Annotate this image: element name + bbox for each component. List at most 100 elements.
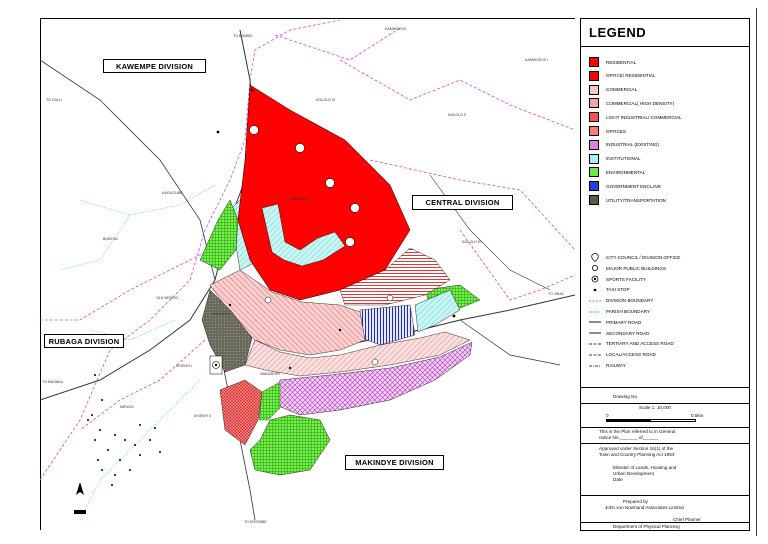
legend-swatch [589, 181, 599, 192]
frame-right-border [756, 8, 757, 536]
legend-symbol-label: DIVISION BOUNDARY [606, 298, 654, 304]
place-label-to-gulu: TO GULU [46, 98, 62, 102]
sports-facility-icon [209, 355, 223, 375]
place-label-kisenyi-2: KISENYI II [194, 414, 212, 418]
legend-item-label: LIGHT INDUSTRIAL/ COMMERCIAL [606, 114, 682, 120]
legend-symbol-item: MAJOR PUBLIC BUILDINGS [589, 264, 666, 273]
place-label-old-mengo: OLD MENGO [156, 296, 178, 300]
legend-symbol-label: PRIMARY ROAD [606, 319, 642, 325]
frame-top-border [40, 18, 575, 19]
legend-swatch [589, 139, 599, 150]
legend-symbol-label: SECONDARY ROAD [606, 330, 650, 336]
dash-line [589, 339, 601, 348]
place-label-kamwokya: KAMWOKYA [385, 27, 406, 31]
legend-item-label: COMMERCIAL [606, 87, 638, 93]
dash-line [589, 350, 601, 359]
scale-bar [606, 419, 696, 422]
parish-boundaries [59, 184, 216, 520]
legend-item-label: ENVIRONMENTAL [606, 169, 646, 175]
place-label-nakasero-b: NAKASERO [260, 372, 280, 376]
legend-symbol-label: SPORTS FACILITY [606, 276, 646, 282]
legend-item: COMMERCIAL( HIGH DENSITY) [589, 98, 675, 109]
legend-symbol-item: TAXI STOP [589, 285, 630, 294]
place-label-kamwokya-1: KAMWOKYA I [525, 58, 548, 62]
legend-item: LIGHT INDUSTRIAL/ COMMERCIAL [589, 112, 682, 123]
legend-symbol-label: PARISH BOUNDARY [606, 309, 650, 314]
legend-item-label: INSTITUTIONAL [606, 156, 641, 162]
place-label-to-bombo: TO BOMBO [233, 34, 253, 38]
circle-icon [589, 264, 601, 273]
place-label-kagugube: KAGUGUBE [162, 191, 183, 195]
legend-symbol-item: PRIMARY ROAD [589, 318, 641, 327]
prepared-by: Prepared by [623, 499, 649, 504]
legend-item-label: OFFICES [606, 128, 626, 134]
legend-item: GOVERNMENT ENCLAVE [589, 181, 661, 192]
minister-line-2: Urban Development [613, 471, 654, 476]
government-enclave [359, 304, 416, 346]
legend-swatch [589, 98, 599, 109]
division-label-rubaga: RUBAGA DIVISION [44, 334, 124, 348]
approval-date: Date [613, 477, 623, 482]
legend-title: LEGEND [581, 19, 749, 47]
plan-reference-line-1: This is the Plan referred to in General [599, 429, 676, 434]
legend-symbol-item: LOCAL/ACCESS ROAD [589, 350, 656, 359]
legend-swatch [589, 70, 599, 81]
environmental-strip [258, 381, 281, 421]
legend-symbol-label: TAXI STOP [606, 287, 630, 293]
place-label-to-jinja: TO JINJA [548, 292, 564, 296]
title-block-divider [581, 443, 749, 444]
legend-symbol-label: TERTIARY AND ACCESS ROAD [606, 341, 674, 347]
legend-symbol-label: MAJOR PUBLIC BUILDINGS [606, 265, 666, 271]
legend-symbol-item: SPORTS FACILITY [589, 275, 646, 284]
legend-swatch [589, 57, 599, 67]
scale-zero: 0 [606, 413, 609, 418]
legend-symbol-label: LOCAL/ACCESS ROAD [606, 352, 656, 358]
legend-item: OFFICES [589, 126, 626, 136]
place-label-kisenyi-1: KISENYI I [176, 364, 193, 368]
environmental-zone-south [249, 414, 331, 476]
place-label-to-masaka: TO MASAKA [42, 380, 63, 384]
legend-item: INSTITUTIONAL [589, 153, 641, 164]
map-sheet: KAWEMPE DIVISION CENTRAL DIVISION RUBAGA… [0, 0, 768, 544]
scale-km: 0.5km [691, 413, 704, 418]
legend-swatch [589, 112, 599, 123]
scale-text: Scale 1: 10,000 [639, 405, 671, 410]
residential-zone [237, 84, 411, 301]
legend-symbol-label: RAILWAY [606, 363, 626, 368]
legend-symbol-item: PARISH BOUNDARY [589, 307, 650, 316]
place-label-kololo-4: KOLOLO IV [462, 240, 482, 244]
legend-item-label: OFFICE/ RESIDENTIAL [606, 73, 656, 79]
dash-magenta-line [589, 296, 601, 305]
approval-line-1: Approved under Section 16(1) of the [599, 446, 674, 451]
title-block-divider [581, 427, 749, 428]
department: Department of Physical Planning [613, 524, 680, 529]
legend-symbol-item: CITY COUNCIL / DIVISION OFFICE [589, 253, 680, 262]
dash-dot-line [589, 361, 601, 370]
legend-item-label: COMMERCIAL( HIGH DENSITY) [606, 100, 675, 106]
place-label-nakasero: NAKASERO [290, 197, 310, 201]
legend-symbol-item: SECONDARY ROAD [589, 329, 649, 338]
land-use-map[interactable] [40, 20, 575, 520]
legend-item: ENVIRONMENTAL [589, 167, 646, 178]
legend-panel: LEGEND RESIDENTIAL OFFICE/ RESIDENTIAL COM… [580, 18, 750, 531]
north-arrow-icon [74, 482, 86, 514]
approval-line-2: Town and Country Planning Act 1964 [599, 452, 675, 457]
place-label-kololo-2: KOLOLO II [448, 113, 466, 117]
place-label-mengo: MENGO [120, 405, 134, 409]
legend-symbol-item: RAILWAY [589, 361, 626, 370]
title-block-divider [581, 495, 749, 496]
legend-swatch [589, 167, 599, 178]
legend-item-label: UTILITY/TRANSPORTATION [606, 197, 666, 203]
division-label-makindye: MAKINDYE DIVISION [345, 455, 444, 470]
legend-item-label: INDUSTRIAL (EXISTING) [606, 142, 659, 148]
place-label-kololo-3: KOLOLO III [316, 98, 335, 102]
legend-symbol-item: TERTIARY AND ACCESS ROAD [589, 339, 674, 348]
light-industrial-zone [219, 379, 263, 446]
solid-line [589, 318, 601, 327]
division-label-kawempe: KAWEMPE DIVISION [103, 59, 206, 73]
dot-icon [589, 285, 601, 294]
title-block-divider [581, 522, 749, 523]
title-block-divider [581, 387, 749, 388]
target-icon [589, 275, 601, 284]
title-block-divider [581, 403, 749, 404]
